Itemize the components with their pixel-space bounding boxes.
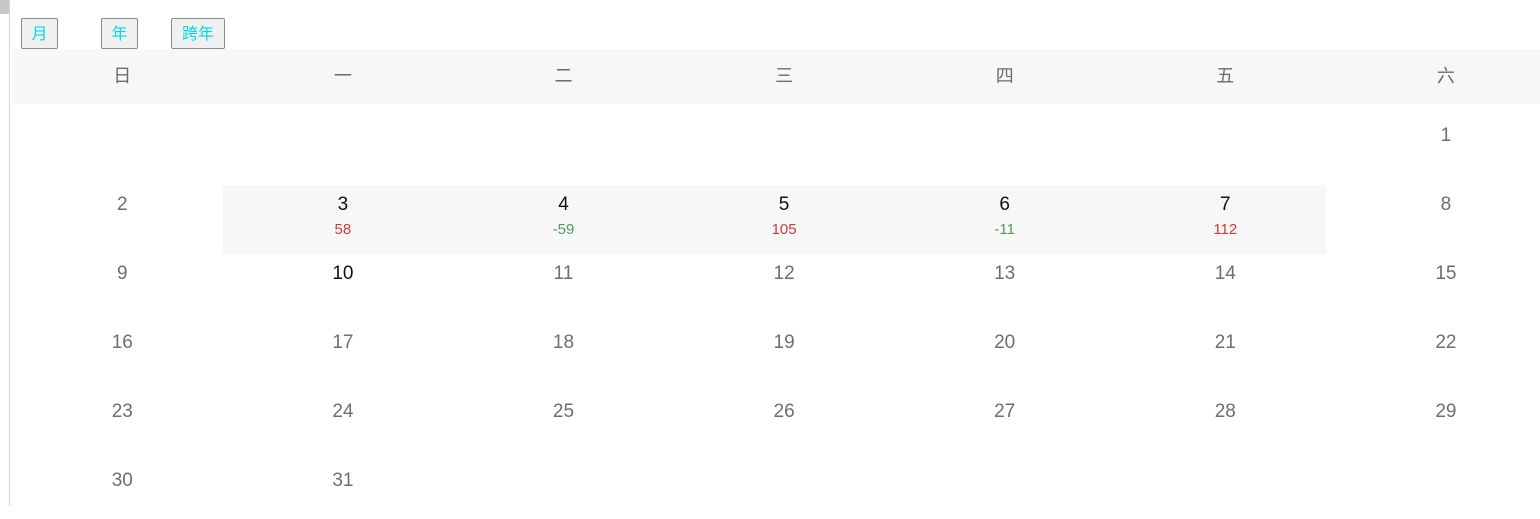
day-number: 25 (552, 401, 575, 422)
day-number: 7 (1220, 194, 1231, 215)
weekday-label: 四 (995, 66, 1014, 87)
window-left-edge (0, 0, 10, 506)
day-change-value: 112 (1213, 221, 1238, 238)
day-number: 1 (1440, 125, 1452, 146)
day-number: 2 (117, 194, 128, 215)
day-number: 18 (552, 332, 575, 353)
calendar-day[interactable]: 4 -59 (474, 193, 654, 243)
weekday-label: 五 (1216, 66, 1235, 87)
calendar-day[interactable]: 9 (32, 262, 212, 312)
calendar-day[interactable]: 12 (694, 262, 874, 312)
day-number: 30 (111, 470, 133, 491)
calendar-day[interactable]: 26 (694, 400, 874, 450)
calendar-day[interactable]: 19 (694, 331, 874, 381)
calendar-day[interactable]: 15 (1356, 262, 1536, 312)
day-number: 14 (1214, 263, 1236, 284)
calendar-day[interactable]: 25 (474, 400, 654, 450)
day-change-value: 58 (334, 221, 352, 238)
day-number: 26 (773, 401, 795, 422)
day-number: 12 (773, 263, 795, 284)
day-change-value: 105 (771, 221, 797, 238)
cross-year-view-button[interactable]: 跨年 (171, 18, 225, 49)
day-number: 3 (337, 194, 349, 215)
calendar-day[interactable]: 21 (1135, 331, 1315, 381)
weekday-header: 日一二三四五六 (12, 49, 1540, 104)
day-number: 28 (1214, 401, 1236, 422)
weekday-label: 日 (113, 66, 132, 87)
calendar-day[interactable]: 3 58 (253, 193, 433, 243)
calendar-day[interactable]: 8 (1356, 193, 1536, 243)
calendar-day[interactable]: 17 (253, 331, 433, 381)
day-change-value: -59 (552, 221, 575, 238)
day-change-value: -11 (994, 221, 1015, 238)
calendar-day[interactable]: 5 105 (694, 193, 874, 243)
day-number: 17 (332, 332, 354, 353)
day-number: 5 (778, 194, 790, 215)
day-number: 13 (994, 263, 1016, 284)
day-number: 11 (553, 263, 574, 284)
calendar-day[interactable]: 2 (32, 193, 212, 243)
day-number: 29 (1435, 401, 1457, 422)
day-number: 20 (994, 332, 1016, 353)
calendar-day[interactable]: 11 (474, 262, 654, 312)
calendar-day[interactable]: 13 (915, 262, 1095, 312)
day-number: 8 (1440, 194, 1452, 215)
day-number: 31 (332, 470, 354, 491)
weekday-label: 一 (333, 66, 352, 87)
day-number: 10 (332, 263, 354, 284)
calendar-day[interactable]: 6 -11 (915, 193, 1095, 243)
day-number: 24 (332, 401, 354, 422)
calendar-day[interactable]: 23 (32, 400, 212, 450)
weekday-label: 二 (554, 66, 573, 87)
calendar-day[interactable]: 10 (253, 262, 433, 312)
calendar-day[interactable]: 28 (1135, 400, 1315, 450)
calendar-day[interactable]: 27 (915, 400, 1095, 450)
day-number: 4 (558, 194, 569, 215)
day-number: 27 (994, 401, 1016, 422)
day-number: 16 (111, 332, 133, 353)
calendar-day[interactable]: 31 (253, 469, 433, 519)
day-number: 23 (111, 401, 133, 422)
day-number: 19 (773, 332, 795, 353)
calendar-day[interactable]: 18 (474, 331, 654, 381)
calendar-day[interactable]: 7 112 (1135, 193, 1315, 243)
month-view-button[interactable]: 月 (21, 18, 58, 49)
calendar-day[interactable]: 29 (1356, 400, 1536, 450)
calendar-day[interactable]: 20 (915, 331, 1095, 381)
calendar-grid: 1 2 3 58 4 -59 5 105 6 -11 7 112 8 9 10 11 12 13 14 15 16 17 1… (12, 104, 1540, 506)
calendar-day[interactable]: 1 (1356, 124, 1536, 174)
calendar-day[interactable]: 14 (1135, 262, 1315, 312)
day-number: 22 (1435, 332, 1457, 353)
day-number: 15 (1435, 263, 1457, 284)
weekday-label: 三 (775, 66, 794, 87)
calendar-day[interactable]: 16 (32, 331, 212, 381)
day-number: 21 (1214, 332, 1236, 353)
calendar-day[interactable]: 24 (253, 400, 433, 450)
weekday-label: 六 (1436, 66, 1455, 87)
year-view-button[interactable]: 年 (101, 18, 138, 49)
day-number: 6 (999, 194, 1010, 215)
day-number: 9 (117, 263, 128, 284)
calendar-day[interactable]: 30 (32, 469, 212, 519)
calendar-day[interactable]: 22 (1356, 331, 1536, 381)
